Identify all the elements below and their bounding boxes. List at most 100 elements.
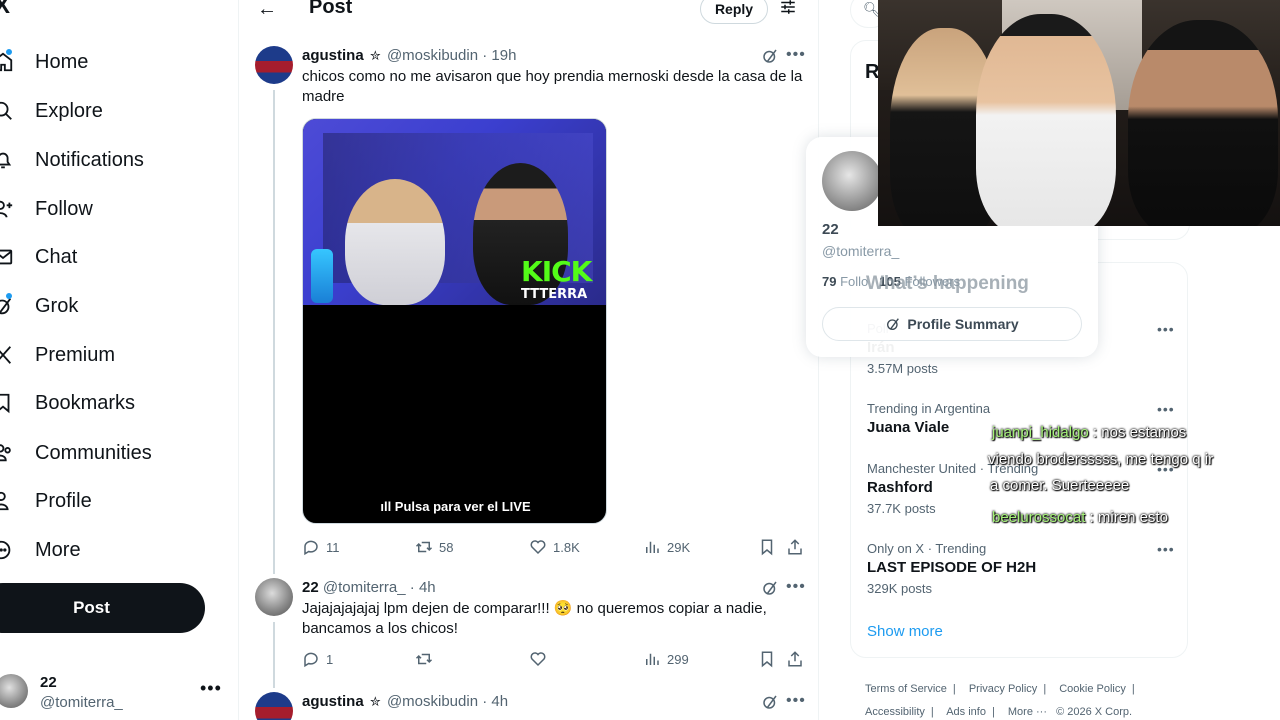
- trend-count: 3.57M posts: [867, 361, 938, 376]
- repost-action[interactable]: 58: [415, 538, 453, 556]
- post-time[interactable]: · 19h: [482, 47, 516, 64]
- profile-summary-button[interactable]: Profile Summary: [822, 307, 1082, 341]
- tweet[interactable]: 22 @tomiterra_ · 4h ••• Jajajajajajaj lp…: [239, 576, 819, 688]
- author-handle[interactable]: @tomiterra_: [323, 579, 406, 596]
- nav-follow[interactable]: Follow: [0, 188, 93, 230]
- author-handle[interactable]: @moskibudin: [387, 693, 478, 710]
- add-user-icon: [0, 198, 14, 220]
- nav-label: Home: [35, 50, 89, 73]
- account-switcher[interactable]: 22 @tomiterra_ •••: [0, 672, 224, 716]
- avatar[interactable]: [822, 151, 882, 211]
- nav-label: Explore: [35, 99, 103, 122]
- main-column: ← Post Reply agustina ✮ @moskibudin · 19…: [238, 0, 819, 720]
- envelope-icon: [0, 246, 14, 268]
- hover-card-name[interactable]: 22: [822, 221, 839, 238]
- account-name: 22: [40, 674, 57, 691]
- following-label[interactable]: Follo: [840, 274, 868, 289]
- chat-text: : nos estamos: [1088, 424, 1187, 441]
- nav-explore[interactable]: Explore: [0, 90, 103, 132]
- video-embed[interactable]: KICK TTTERRA ıll Pulsa para ver el LIVE: [302, 118, 607, 524]
- like-action[interactable]: 1.8K: [529, 538, 580, 556]
- bookmark-icon[interactable]: [758, 538, 776, 556]
- profile-summary-label: Profile Summary: [907, 316, 1019, 332]
- post-header: ← Post Reply: [239, 0, 819, 24]
- bookmark-icon[interactable]: [758, 650, 776, 668]
- nav-premium[interactable]: Premium: [0, 334, 115, 376]
- like-action[interactable]: [529, 650, 553, 668]
- footer-link[interactable]: Accessibility: [865, 706, 925, 718]
- filter-sliders-icon[interactable]: [779, 0, 797, 16]
- reply-action[interactable]: 1: [302, 650, 333, 668]
- account-handle: @tomiterra_: [40, 694, 123, 711]
- more-icon[interactable]: •••: [786, 46, 806, 64]
- nav-notifications[interactable]: Notifications: [0, 139, 144, 181]
- grok-icon[interactable]: [761, 47, 779, 65]
- nav-more[interactable]: More: [0, 529, 81, 571]
- nav-label: Chat: [35, 245, 78, 268]
- author-name[interactable]: agustina: [302, 47, 364, 64]
- more-icon[interactable]: •••: [1157, 401, 1175, 417]
- notification-dot: [6, 293, 12, 299]
- footer-link[interactable]: Cookie Policy: [1059, 683, 1126, 695]
- footer-link[interactable]: Privacy Policy: [969, 683, 1037, 695]
- more-icon[interactable]: •••: [1157, 321, 1175, 337]
- hover-card-handle[interactable]: @tomiterra_: [822, 243, 899, 259]
- nav-label: Notifications: [35, 148, 144, 171]
- author-name[interactable]: agustina: [302, 693, 364, 710]
- tweet[interactable]: agustina ✮ @moskibudin · 19h ••• chicos …: [239, 44, 819, 574]
- home-icon: [0, 49, 14, 73]
- share-icon[interactable]: [786, 538, 804, 556]
- footer-link[interactable]: Ads info: [946, 706, 986, 718]
- trend-count: 329K posts: [867, 581, 933, 596]
- grok-icon[interactable]: [761, 693, 779, 711]
- footer-link[interactable]: Terms of Service: [865, 683, 947, 695]
- nav-bookmarks[interactable]: Bookmarks: [0, 382, 135, 424]
- repost-action[interactable]: [415, 650, 439, 668]
- post-button[interactable]: Post: [0, 583, 205, 633]
- view-count: 29K: [667, 539, 691, 555]
- tweet[interactable]: agustina ✮ @moskibudin · 4h •••: [239, 690, 819, 720]
- watch-live-link[interactable]: ıll Pulsa para ver el LIVE: [303, 499, 606, 514]
- author-name[interactable]: 22: [302, 579, 319, 596]
- tweet-text: Jajajajajajaj lpm dejen de comparar!!! 🥺…: [302, 600, 767, 637]
- avatar[interactable]: [255, 692, 293, 720]
- chat-message: beelurossocat : miren esto: [992, 505, 1168, 531]
- tweet-header: agustina ✮ @moskibudin · 4h: [302, 693, 508, 710]
- search-icon: [0, 100, 14, 122]
- nav-grok[interactable]: Grok: [0, 285, 78, 327]
- tweet-text: chicos como no me avisaron que hoy prend…: [302, 68, 803, 105]
- post-time[interactable]: · 4h: [482, 693, 508, 710]
- footer-link[interactable]: More ···: [1008, 706, 1047, 718]
- back-arrow-icon[interactable]: ←: [257, 0, 277, 21]
- show-more-link[interactable]: Show more: [867, 623, 943, 640]
- webcam-overlay: [878, 0, 1280, 226]
- reply-button[interactable]: Reply: [700, 0, 768, 24]
- reply-count: 11: [326, 539, 340, 555]
- nav-chat[interactable]: Chat: [0, 236, 77, 278]
- nav-profile[interactable]: Profile: [0, 480, 92, 522]
- reply-icon: [304, 652, 318, 668]
- trend-item[interactable]: Only on X · Trending LAST EPISODE OF H2H…: [867, 541, 1177, 596]
- more-icon[interactable]: •••: [786, 578, 806, 596]
- share-icon[interactable]: [786, 650, 804, 668]
- x-logo-icon[interactable]: X: [0, 0, 20, 18]
- avatar[interactable]: [255, 46, 293, 84]
- nav-home[interactable]: Home: [0, 41, 88, 83]
- views-action[interactable]: 299: [643, 650, 689, 668]
- reply-icon: [304, 540, 318, 556]
- more-icon[interactable]: •••: [1157, 541, 1175, 557]
- following-count[interactable]: 79: [822, 274, 836, 289]
- reply-action[interactable]: 11: [302, 538, 340, 556]
- avatar[interactable]: [255, 578, 293, 616]
- trending-title: What’s happening: [866, 273, 1029, 294]
- more-icon[interactable]: •••: [786, 692, 806, 710]
- nav-label: Bookmarks: [35, 391, 136, 414]
- nav-label: More: [35, 538, 81, 561]
- grok-icon: [887, 318, 900, 330]
- more-icon[interactable]: •••: [200, 678, 222, 699]
- nav-communities[interactable]: Communities: [0, 432, 152, 474]
- grok-icon[interactable]: [761, 579, 779, 597]
- views-action[interactable]: 29K: [643, 538, 690, 556]
- post-time[interactable]: · 4h: [410, 579, 436, 596]
- author-handle[interactable]: @moskibudin: [387, 47, 478, 64]
